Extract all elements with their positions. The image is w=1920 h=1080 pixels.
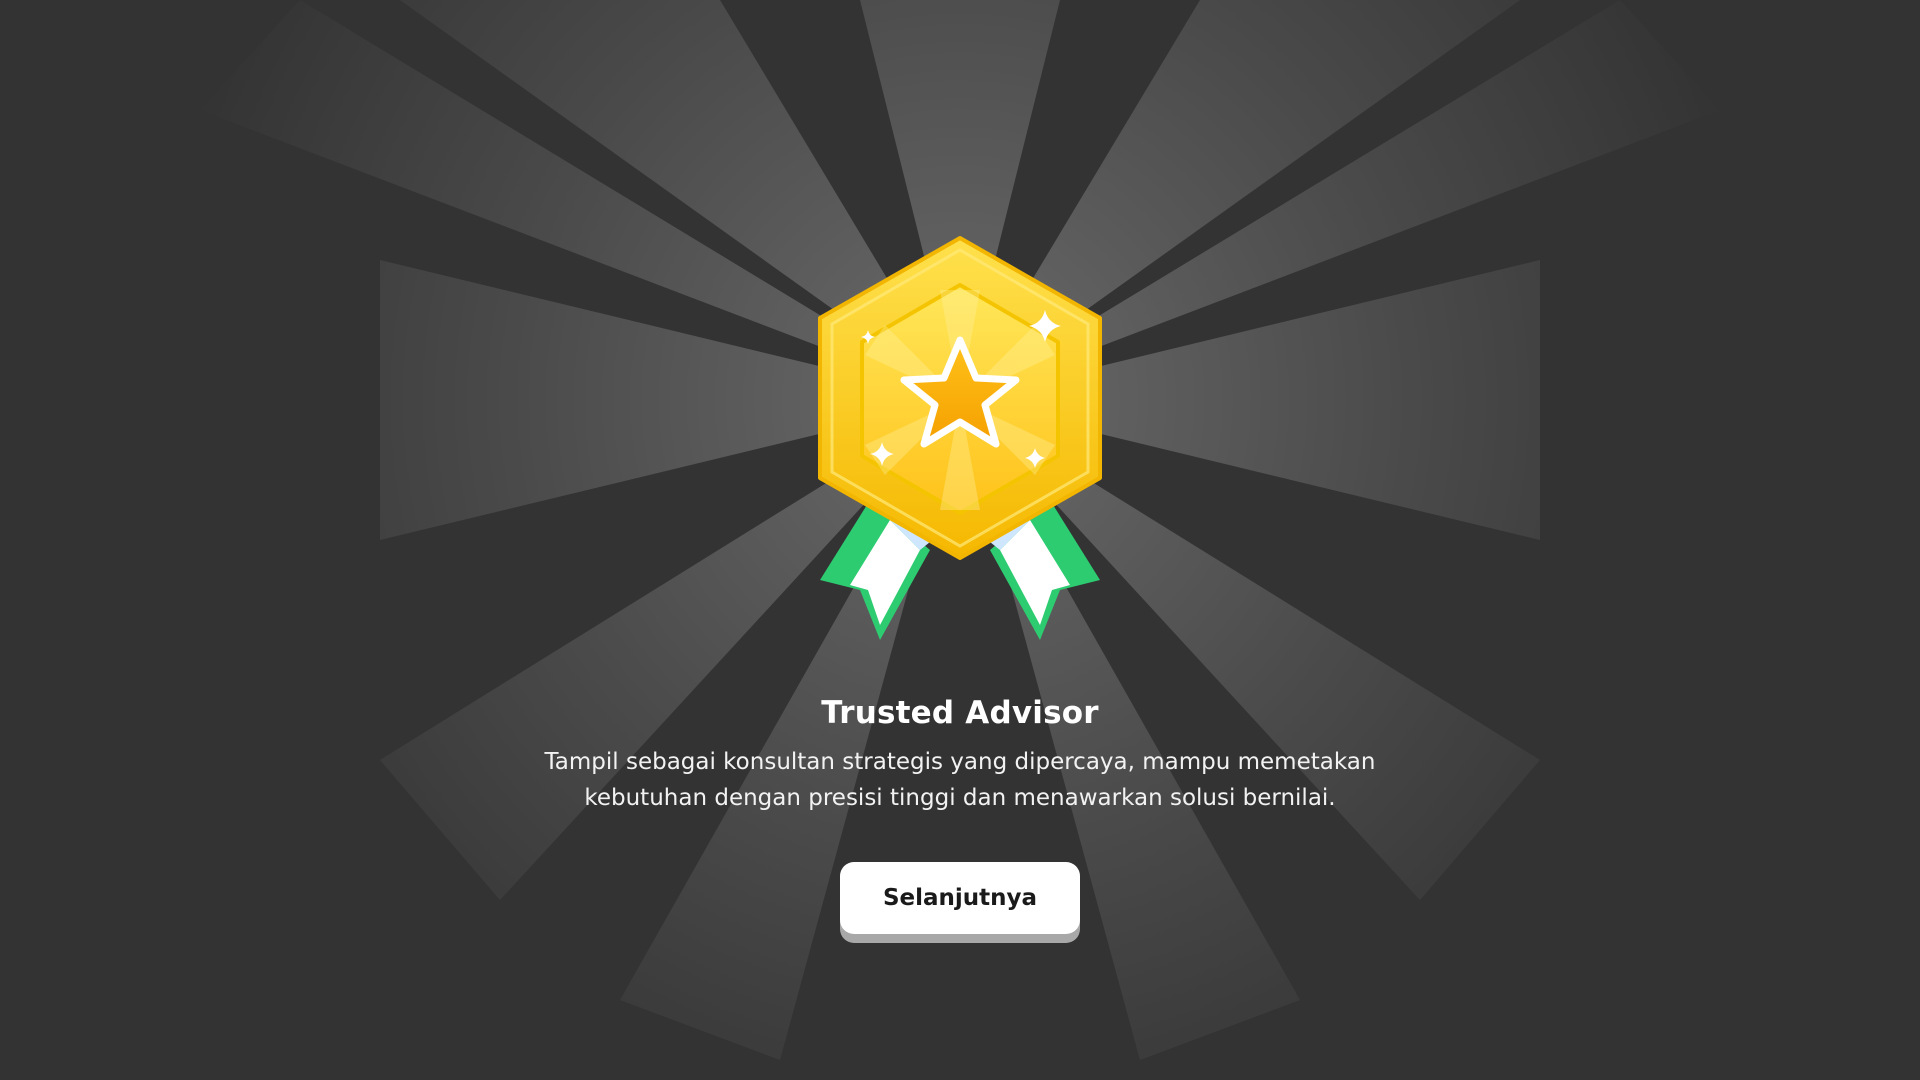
star-medal-icon [818,236,1102,640]
achievement-screen: Trusted Advisor Tampil sebagai konsultan… [0,0,1920,1080]
badge-title: Trusted Advisor [821,695,1099,731]
badge-description: Tampil sebagai konsultan strategis yang … [544,749,1376,811]
next-button[interactable]: Selanjutnya [840,862,1080,934]
